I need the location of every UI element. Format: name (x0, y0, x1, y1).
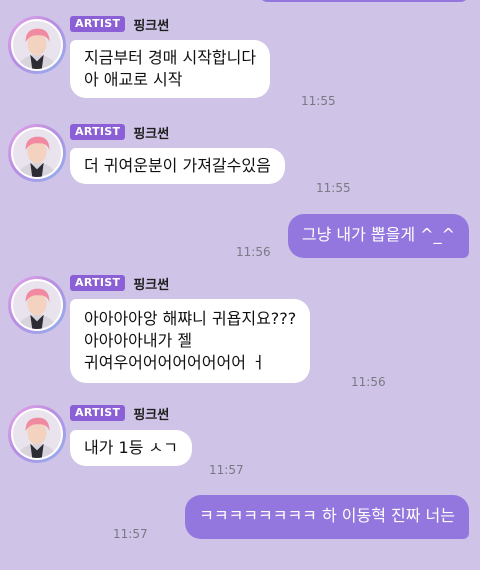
chat-thread[interactable]: ARTIST 핑크썬 지금부터 경매 시작합니다 아 애교로 시작 11:55 … (0, 0, 480, 570)
artist-avatar[interactable] (8, 16, 66, 74)
message-line: 귀여우어어어어어어어어 ㅓ (84, 353, 266, 372)
sender-header: ARTIST 핑크썬 (70, 122, 169, 142)
sender-name: 핑크썬 (133, 277, 170, 293)
outgoing-message-bubble[interactable]: 그냥 내가 뽑을게 ^_^ (287, 214, 469, 258)
message-timestamp: 11:56 (351, 375, 386, 389)
sender-header: ARTIST 핑크썬 (70, 403, 169, 423)
artist-avatar[interactable] (8, 276, 66, 334)
incoming-message-bubble[interactable]: 더 귀여운분이 가져갈수있음 (70, 148, 285, 184)
artist-avatar[interactable] (8, 124, 66, 182)
sender-name: 핑크썬 (133, 126, 170, 142)
incoming-message-bubble[interactable]: 지금부터 경매 시작합니다 아 애교로 시작 (70, 40, 271, 98)
message-line: ㅋㅋㅋㅋㅋㅋㅋㅋ 하 이동혁 진짜 너는 (199, 506, 455, 525)
profile-photo-icon (13, 410, 61, 458)
artist-badge: ARTIST (70, 16, 126, 32)
artist-badge: ARTIST (70, 124, 126, 140)
incoming-message-bubble[interactable]: 아아아아앙 해쨔니 귀욥지요??? 아아아아내가 젤 귀여우어어어어어어어어 ㅓ (70, 299, 311, 383)
profile-photo-icon (13, 281, 61, 329)
sender-name: 핑크썬 (133, 18, 170, 34)
message-timestamp: 11:55 (301, 94, 336, 108)
profile-photo-icon (13, 21, 61, 69)
incoming-message-bubble[interactable]: 내가 1등 ㅅㄱ (70, 430, 192, 466)
message-timestamp: 11:56 (236, 245, 271, 259)
message-line: 그냥 내가 뽑을게 ^_^ (301, 225, 455, 244)
message-timestamp: 11:57 (209, 463, 244, 477)
profile-photo-icon (13, 129, 61, 177)
sender-header: ARTIST 핑크썬 (70, 273, 169, 293)
message-timestamp: 11:57 (113, 527, 148, 541)
message-line: 아아아아앙 해쨔니 귀욥지요??? (84, 309, 297, 328)
message-line: 아 애교로 시작 (84, 70, 183, 89)
artist-avatar[interactable] (8, 405, 66, 463)
outgoing-bubble-cropped[interactable] (258, 0, 470, 2)
outgoing-message-bubble[interactable]: ㅋㅋㅋㅋㅋㅋㅋㅋ 하 이동혁 진짜 너는 (185, 495, 469, 539)
artist-badge: ARTIST (70, 405, 126, 421)
sender-name: 핑크썬 (133, 407, 170, 423)
message-line: 내가 1등 ㅅㄱ (84, 438, 178, 457)
artist-badge: ARTIST (70, 275, 126, 291)
message-line: 더 귀여운분이 가져갈수있음 (84, 156, 271, 175)
message-line: 아아아아내가 젤 (84, 331, 193, 350)
sender-header: ARTIST 핑크썬 (70, 14, 169, 34)
message-line: 지금부터 경매 시작합니다 (84, 48, 257, 67)
message-timestamp: 11:55 (316, 181, 351, 195)
